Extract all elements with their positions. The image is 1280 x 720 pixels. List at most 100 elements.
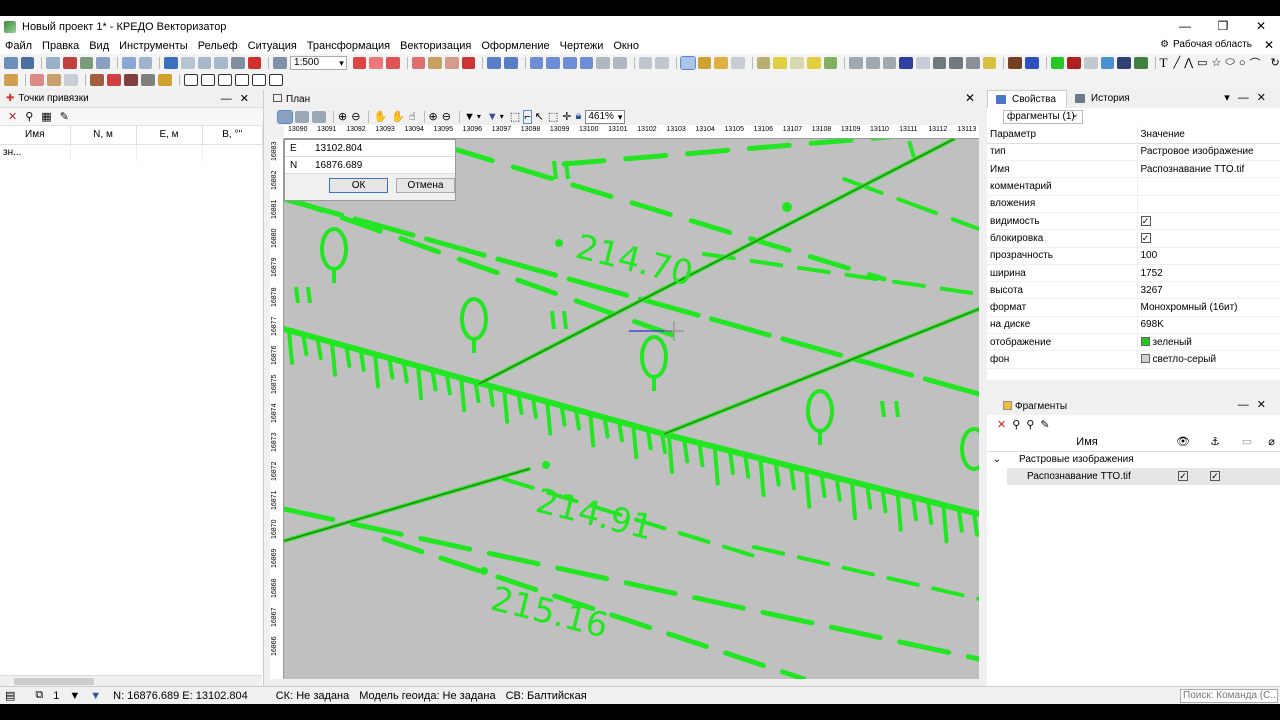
snap4-icon[interactable]	[731, 56, 745, 69]
arc-tool-icon[interactable]: ⌒	[1249, 55, 1260, 71]
move-points-icon[interactable]	[386, 56, 400, 69]
col-n[interactable]: N, м	[70, 126, 137, 145]
fill4-icon[interactable]	[806, 56, 821, 69]
property-checkbox[interactable]: ✓	[1140, 232, 1151, 243]
table2-icon[interactable]	[865, 56, 880, 69]
select4-icon[interactable]: ⬚	[548, 110, 558, 123]
pan-icon[interactable]	[277, 109, 293, 124]
table3-icon[interactable]	[882, 56, 897, 69]
lines-icon[interactable]	[487, 56, 502, 69]
drop2-icon[interactable]	[1117, 56, 1131, 69]
property-row[interactable]: формат Монохромный (16ит)	[987, 298, 1280, 317]
command-search-input[interactable]: Поиск: Команда (С...	[1180, 689, 1278, 703]
paste2-icon[interactable]	[214, 56, 229, 69]
layers-icon[interactable]	[79, 56, 94, 69]
measure2-icon[interactable]	[107, 73, 121, 86]
copy-icon[interactable]	[122, 56, 136, 69]
view2-icon[interactable]	[312, 110, 326, 123]
select2-icon[interactable]: ⌐	[523, 109, 532, 124]
plan-close-icon[interactable]: ✕	[965, 91, 975, 105]
panel-controls[interactable]: ▾—✕	[1224, 91, 1274, 104]
property-value[interactable]: ✓	[1137, 229, 1280, 248]
menu-view[interactable]: Вид	[84, 40, 114, 52]
hand-icon[interactable]: ✋	[373, 110, 387, 123]
filter-icon[interactable]: ▼	[64, 690, 85, 702]
bucket-icon[interactable]	[1024, 56, 1039, 69]
property-value[interactable]: светло-серый	[1137, 350, 1280, 369]
window-icon[interactable]	[529, 56, 544, 69]
row-name[interactable]: зн...	[0, 144, 71, 161]
filter2-icon[interactable]: ▼	[85, 690, 106, 702]
snap-icon[interactable]	[680, 55, 696, 70]
property-row[interactable]: ширина 1752	[987, 264, 1280, 283]
measure-icon[interactable]	[90, 73, 104, 86]
menu-transform[interactable]: Трансформация	[302, 40, 395, 52]
col-b[interactable]: B, °''	[202, 126, 263, 145]
visible-checkbox[interactable]: ✓	[1167, 468, 1199, 485]
snap3-icon[interactable]	[714, 56, 729, 69]
property-value[interactable]: Монохромный (16ит)	[1137, 298, 1280, 317]
cancel-button[interactable]: Отмена	[396, 178, 455, 193]
tab-properties[interactable]: Свойства	[987, 90, 1067, 108]
filter2-icon[interactable]: ▼	[487, 111, 498, 123]
selection-icon[interactable]: ⧉	[30, 689, 48, 702]
property-row[interactable]: фон светло-серый	[987, 350, 1280, 369]
lock-icon[interactable]: 🔒︎	[575, 110, 581, 123]
grid-icon[interactable]	[96, 56, 111, 69]
property-row[interactable]: высота 3267	[987, 281, 1280, 300]
property-checkbox[interactable]: ✓	[1140, 215, 1151, 226]
property-row[interactable]: вложения	[987, 195, 1280, 213]
cut-icon[interactable]	[231, 56, 245, 69]
n-value-field[interactable]: 16876.689	[305, 160, 362, 171]
panel-controls[interactable]: —✕	[221, 92, 257, 105]
drop3-icon[interactable]	[1133, 56, 1148, 69]
fragment-name[interactable]: Распознавание ТТО.tif	[1007, 468, 1167, 485]
delete-icon[interactable]: ✕	[8, 110, 17, 123]
zoom-select[interactable]: 461%	[585, 109, 626, 124]
property-value[interactable]: 1752	[1137, 264, 1280, 283]
anchor-checkbox[interactable]: ✓	[1199, 468, 1231, 485]
menu-edit[interactable]: Правка	[37, 40, 84, 52]
property-row[interactable]: Имя Распознавание ТТО.tif	[987, 160, 1280, 179]
filter-icon[interactable]: ▼	[464, 111, 475, 123]
paste-icon[interactable]	[138, 56, 153, 69]
mirror2-icon[interactable]	[655, 56, 670, 69]
refresh-icon[interactable]: ↻	[1270, 56, 1279, 69]
panel-controls[interactable]: —✕	[1238, 398, 1274, 411]
frame-icon[interactable]	[184, 73, 198, 86]
property-value[interactable]: 3267	[1137, 281, 1280, 300]
snap-mode-icon[interactable]	[4, 73, 18, 86]
text-tool-icon[interactable]: T	[1160, 55, 1168, 71]
close-button[interactable]: ✕	[1242, 16, 1280, 38]
table-icon[interactable]	[849, 56, 863, 69]
lines2-icon[interactable]	[504, 56, 518, 69]
star-tool-icon[interactable]: ☆	[1212, 56, 1222, 69]
zoom-in-icon[interactable]: ⊕	[338, 110, 347, 123]
scale-select[interactable]: 1:500	[290, 55, 347, 70]
menu-drawings[interactable]: Чертежи	[555, 40, 609, 52]
menu-design[interactable]: Оформление	[476, 40, 554, 52]
drop-icon[interactable]	[1100, 56, 1115, 69]
property-row[interactable]: тип Растровое изображение	[987, 143, 1280, 162]
line-tool-icon[interactable]: ╱	[1173, 56, 1180, 69]
frame5-icon[interactable]	[252, 73, 266, 86]
fill5-icon[interactable]	[823, 56, 838, 69]
property-row[interactable]: комментарий	[987, 177, 1280, 196]
select-icon[interactable]: ⬚	[510, 110, 520, 123]
copy2-icon[interactable]	[197, 56, 212, 69]
snap2-icon[interactable]	[697, 56, 712, 69]
property-value[interactable]: ✓	[1137, 212, 1280, 231]
zoom-out-icon[interactable]: ⊖	[351, 110, 360, 123]
property-row[interactable]: отображение зеленый	[987, 333, 1280, 352]
property-value[interactable]	[1137, 195, 1280, 213]
menu-file[interactable]: Файл	[0, 40, 37, 52]
find2-icon[interactable]: ⚲	[1026, 418, 1034, 431]
table-icon[interactable]: ▦	[41, 110, 51, 123]
workspace-selector[interactable]: ⚙ Рабочая область	[1160, 39, 1252, 50]
hand2-icon[interactable]: ✋	[391, 110, 405, 123]
rotate-icon[interactable]	[596, 56, 611, 69]
minimize-button[interactable]: —	[1166, 16, 1204, 38]
delete-icon[interactable]: ✕	[997, 418, 1006, 431]
add-point-icon[interactable]	[352, 56, 367, 69]
workspace-close-icon[interactable]: ✕	[1264, 38, 1274, 52]
